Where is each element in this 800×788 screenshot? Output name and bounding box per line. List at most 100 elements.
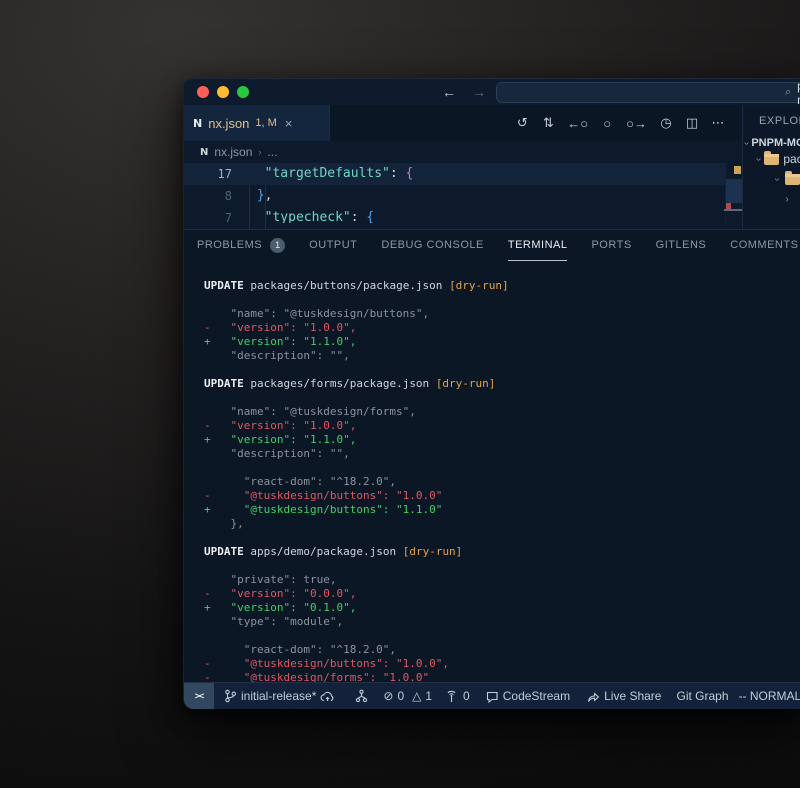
breadcrumb-file[interactable]: nx.json	[214, 145, 252, 159]
more-actions-icon[interactable]: ⋯	[711, 115, 725, 131]
tree-item-label: packages	[783, 152, 800, 166]
navigate-back-button[interactable]: ←	[442, 84, 456, 100]
panel-tab-label: PORTS	[591, 230, 631, 260]
terminal-line: "react-dom": "^18.2.0",	[204, 475, 800, 489]
explorer-root-folder[interactable]: › PNPM-MONOREPO	[745, 137, 800, 149]
panel-tab-debug-console[interactable]: DEBUG CONSOLE	[381, 230, 483, 260]
git-branch-item[interactable]: initial-release*	[224, 689, 335, 703]
explorer-tree-item[interactable]: ›	[743, 189, 800, 209]
terminal-line: - "@tuskdesign/buttons": "1.0.0"	[204, 489, 800, 503]
git-graph-label: Git Graph	[676, 689, 728, 703]
panel-tab-terminal[interactable]: TERMINAL	[508, 230, 568, 261]
codestream-label: CodeStream	[503, 689, 570, 703]
remote-indicator[interactable]: ><	[184, 683, 214, 709]
previous-change-icon[interactable]: ←○	[567, 116, 588, 131]
explorer-tree-item[interactable]: › packages	[743, 149, 800, 169]
codestream-icon	[485, 690, 499, 703]
panel-tab-output[interactable]: OUTPUT	[309, 230, 357, 260]
explorer-tree-item[interactable]: ›	[743, 169, 800, 189]
problems-status-item[interactable]: ⊘ 0 △ 1	[383, 689, 432, 703]
panel-tab-label: TERMINAL	[508, 230, 568, 260]
panel-tab-label: GITLENS	[656, 230, 707, 260]
compare-change-icon[interactable]: ○	[600, 116, 614, 131]
ports-status-item[interactable]: 0	[444, 689, 470, 703]
terminal-line	[204, 629, 800, 643]
codestream-status-item[interactable]: CodeStream	[485, 689, 570, 703]
traffic-lights	[197, 86, 249, 98]
terminal-line: - "version": "1.0.0",	[204, 321, 800, 335]
code-editor[interactable]: 17 "targetDefaults": {8 },7 "typecheck":…	[184, 163, 800, 229]
navigate-forward-button[interactable]: →	[472, 84, 486, 100]
terminal-output[interactable]: UPDATE packages/buttons/package.json [dr…	[184, 260, 800, 682]
chevron-down-icon: ›	[742, 141, 752, 144]
editor-line-17[interactable]: 17 "targetDefaults": {	[184, 163, 800, 185]
terminal-line: + "version": "1.1.0",	[204, 433, 800, 447]
tab-label: nx.json	[208, 116, 249, 131]
terminal-line: },	[204, 517, 800, 531]
breadcrumb-section[interactable]: ...	[267, 145, 277, 159]
minimap-viewport[interactable]	[726, 179, 743, 203]
panel-tab-label: DEBUG CONSOLE	[381, 230, 483, 260]
terminal-line: "name": "@tuskdesign/buttons",	[204, 307, 800, 321]
status-bar: >< initial-release* ⊘ 0 △ 1	[184, 682, 800, 709]
explorer-sidebar: EXPLORER › PNPM-MONOREPO ›packages››	[742, 105, 800, 229]
error-count: 0	[397, 689, 404, 703]
warning-count: 1	[425, 689, 432, 703]
terminal-line: + "version": "0.1.0",	[204, 601, 800, 615]
branch-name: initial-release*	[241, 689, 316, 703]
git-graph-status-item[interactable]: Git Graph	[676, 689, 728, 703]
terminal-line	[204, 531, 800, 545]
tab-problems-modified-badge: 1, M	[255, 117, 276, 129]
next-change-icon[interactable]: ○→	[626, 116, 647, 131]
radio-tower-icon	[444, 689, 459, 703]
terminal-line: - "version": "0.0.0",	[204, 587, 800, 601]
live-share-icon	[586, 690, 600, 703]
explorer-header: EXPLORER	[759, 115, 800, 127]
problems-count-badge: 1	[270, 238, 285, 253]
minimap[interactable]	[725, 163, 743, 223]
chevron-right-icon: ›	[258, 147, 261, 157]
panel-tab-label: PROBLEMS	[197, 230, 262, 260]
terminal-line: "react-dom": "^18.2.0",	[204, 643, 800, 657]
bottom-panel: PROBLEMS 1 OUTPUT DEBUG CONSOLE TERMINAL PORT…	[184, 229, 800, 682]
panel-tab-bar: PROBLEMS 1 OUTPUT DEBUG CONSOLE TERMINAL PORT…	[184, 230, 800, 260]
timeline-history-icon[interactable]: ↺	[515, 115, 529, 131]
command-center-search[interactable]: ⌕ pnpm-monorepo	[496, 82, 800, 103]
zoom-window-button[interactable]	[237, 86, 249, 98]
panel-tab-gitlens[interactable]: GITLENS	[656, 230, 707, 260]
terminal-line: UPDATE apps/demo/package.json [dry-run]	[204, 545, 800, 559]
close-tab-icon[interactable]: ×	[285, 116, 293, 131]
warning-icon: △	[412, 689, 421, 703]
panel-tab-ports[interactable]: PORTS	[591, 230, 631, 260]
terminal-line: "private": true,	[204, 573, 800, 587]
cloud-upload-icon	[320, 690, 335, 703]
close-window-button[interactable]	[197, 86, 209, 98]
terminal-line: UPDATE packages/buttons/package.json [dr…	[204, 279, 800, 293]
root-folder-label: PNPM-MONOREPO	[751, 137, 800, 149]
ports-count: 0	[463, 689, 470, 703]
vim-mode-text: -- NORMAL --	[739, 689, 800, 703]
editor-line-8[interactable]: 8 },	[184, 185, 800, 207]
nx-file-icon: N	[193, 117, 202, 130]
vscode-window: ← → ⌕ pnpm-monorepo N nx.json 1, M × ↺ ⇅ ←…	[183, 78, 800, 709]
editor-tab-strip: N nx.json 1, M × ↺ ⇅ ←○ ○ ○→ ◷ ◫ ⋯	[184, 105, 800, 141]
gitlens-branch-item[interactable]	[355, 689, 368, 703]
panel-tab-problems[interactable]: PROBLEMS 1	[197, 230, 285, 260]
git-branch-icon	[224, 689, 237, 703]
editor-actions-toolbar: ↺ ⇅ ←○ ○ ○→ ◷ ◫ ⋯	[515, 105, 725, 141]
file-blame-clock-icon[interactable]: ◷	[659, 115, 673, 131]
live-share-status-item[interactable]: Live Share	[586, 689, 661, 703]
editor-line-7[interactable]: 7 "typecheck": {	[184, 207, 800, 223]
minimize-window-button[interactable]	[217, 86, 229, 98]
panel-tab-label: COMMENTS	[730, 230, 798, 260]
terminal-line: "name": "@tuskdesign/forms",	[204, 405, 800, 419]
folder-icon	[785, 174, 800, 185]
minimap-modified-marker	[734, 166, 741, 174]
chevron-down-icon: ›	[753, 157, 764, 160]
tab-nx-json[interactable]: N nx.json 1, M ×	[184, 105, 330, 141]
open-changes-icon[interactable]: ⇅	[541, 115, 555, 131]
panel-tab-comments[interactable]: COMMENTS	[730, 230, 798, 260]
line-number: 7	[184, 207, 232, 223]
split-editor-icon[interactable]: ◫	[685, 115, 699, 131]
code-text: },	[249, 185, 272, 207]
